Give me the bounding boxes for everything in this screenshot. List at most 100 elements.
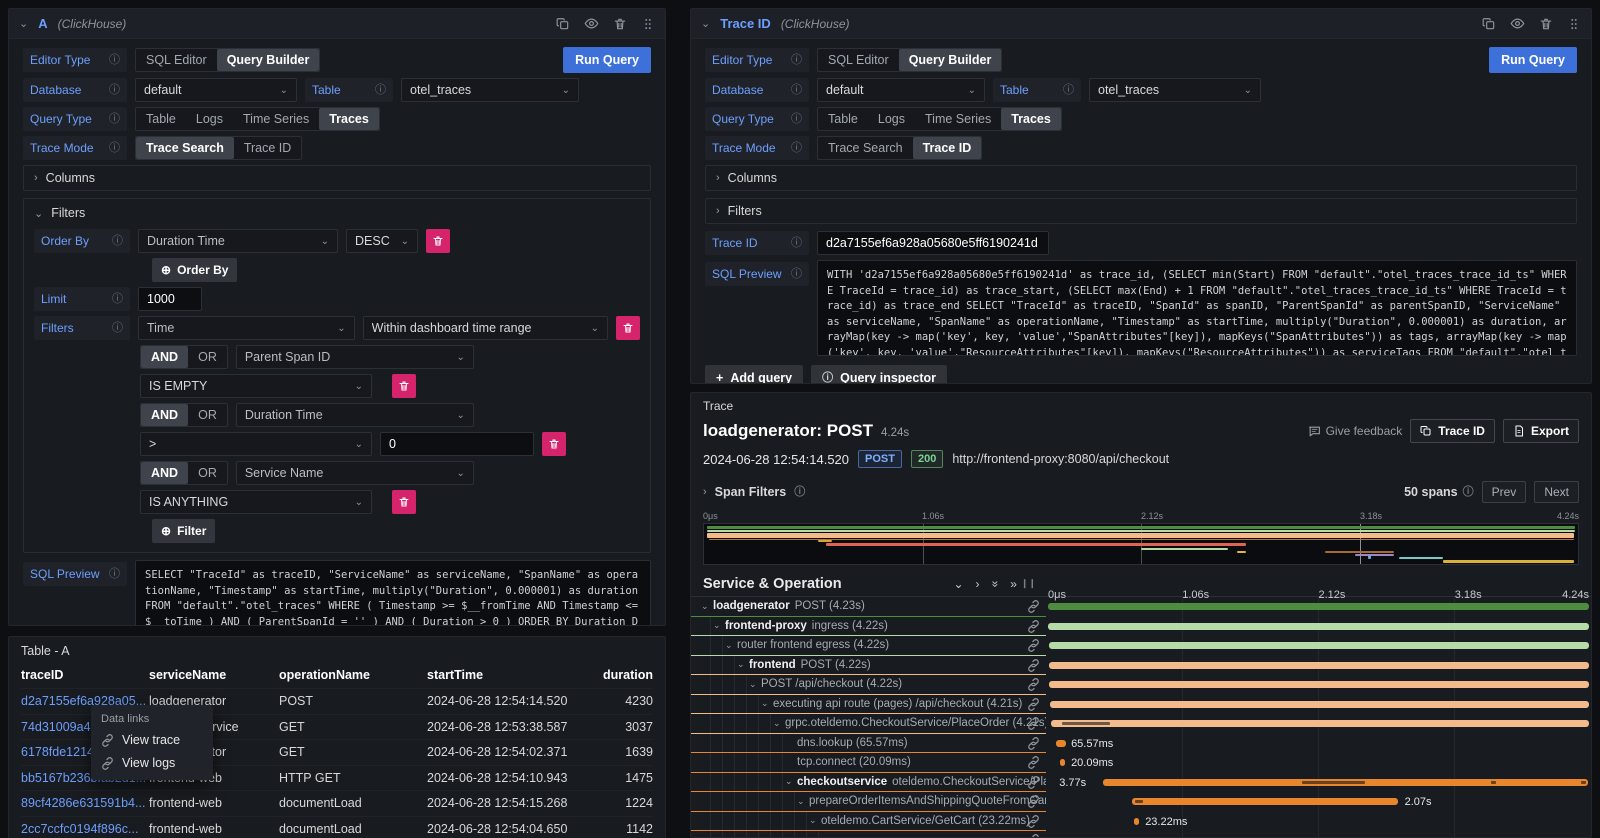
span-link-icon[interactable] bbox=[1027, 834, 1040, 838]
export-button[interactable]: Export bbox=[1503, 419, 1579, 443]
chevron-down-icon[interactable]: ⌄ bbox=[701, 601, 713, 612]
query-type-logs[interactable]: Logs bbox=[868, 108, 915, 130]
filter-time-field-select[interactable]: Time⌄ bbox=[138, 316, 355, 340]
query-type-traces[interactable]: Traces bbox=[1001, 108, 1061, 130]
span-bar-cell[interactable]: 20.09ms bbox=[1046, 753, 1591, 773]
order-by-direction-select[interactable]: DESC⌄ bbox=[346, 229, 418, 253]
remove-filter3-button[interactable] bbox=[392, 490, 416, 514]
order-by-field-select[interactable]: Duration Time⌄ bbox=[138, 229, 338, 253]
span-bar-cell[interactable] bbox=[1046, 831, 1591, 838]
col-servicename[interactable]: serviceName bbox=[149, 668, 279, 682]
give-feedback-link[interactable]: Give feedback bbox=[1308, 424, 1403, 438]
span-link-icon[interactable] bbox=[1027, 815, 1040, 828]
span-link-icon[interactable] bbox=[1027, 659, 1040, 672]
query-type-timeseries[interactable]: Time Series bbox=[233, 108, 319, 130]
filter1-operator-select[interactable]: IS EMPTY⌄ bbox=[140, 374, 372, 398]
span-name-cell[interactable] bbox=[691, 831, 1046, 838]
chevron-down-icon[interactable]: ⌄ bbox=[809, 815, 821, 826]
trace-id-input[interactable]: d2a7155ef6a928a05680e5ff6190241d bbox=[817, 231, 1049, 255]
trace-minimap[interactable] bbox=[703, 523, 1579, 565]
chevron-down-icon[interactable]: ⌄ bbox=[761, 698, 773, 709]
remove-time-filter-button[interactable] bbox=[616, 316, 640, 340]
filter3-operator-select[interactable]: IS ANYTHING⌄ bbox=[140, 490, 372, 514]
query-type-table[interactable]: Table bbox=[818, 108, 868, 130]
span-name-cell[interactable]: ⌄prepareOrderItemsAndShippingQuoteFromCa… bbox=[691, 792, 1046, 812]
database-select[interactable]: default⌄ bbox=[817, 78, 985, 102]
drag-handle-icon[interactable] bbox=[1567, 17, 1581, 31]
span-name-cell[interactable]: ⌄oteldemo.CartService/GetCart (23.22ms) bbox=[691, 812, 1046, 832]
filters-section-header[interactable]: ⌄Filters bbox=[34, 206, 640, 220]
filter3-field-select[interactable]: Service Name⌄ bbox=[236, 461, 474, 485]
expand-one-icon[interactable]: › bbox=[976, 577, 980, 591]
col-duration[interactable]: duration bbox=[599, 668, 653, 682]
prev-button[interactable]: Prev bbox=[1482, 481, 1527, 503]
hide-response-icon[interactable] bbox=[1510, 16, 1525, 31]
filter2-value-input[interactable]: 0 bbox=[380, 432, 534, 456]
duplicate-query-icon[interactable] bbox=[1482, 17, 1496, 31]
add-order-by-button[interactable]: ⊕Order By bbox=[152, 258, 237, 282]
next-button[interactable]: Next bbox=[1534, 481, 1579, 503]
table-select[interactable]: otel_traces⌄ bbox=[401, 78, 579, 102]
query-builder-option[interactable]: Query Builder bbox=[217, 49, 320, 71]
query-type-timeseries[interactable]: Time Series bbox=[915, 108, 1001, 130]
remove-filter2-button[interactable] bbox=[542, 432, 566, 456]
table-select[interactable]: otel_traces⌄ bbox=[1089, 78, 1261, 102]
span-link-icon[interactable] bbox=[1027, 737, 1040, 750]
span-link-icon[interactable] bbox=[1027, 600, 1040, 613]
remove-filter1-button[interactable] bbox=[392, 374, 416, 398]
span-bar-cell[interactable] bbox=[1046, 617, 1591, 637]
span-name-cell[interactable]: ⌄executing api route (pages) /api/checko… bbox=[691, 695, 1046, 715]
span-link-icon[interactable] bbox=[1027, 776, 1040, 789]
query-type-logs[interactable]: Logs bbox=[186, 108, 233, 130]
database-select[interactable]: default⌄ bbox=[135, 78, 297, 102]
columns-section[interactable]: ›Columns bbox=[705, 165, 1577, 191]
filter1-field-select[interactable]: Parent Span ID⌄ bbox=[236, 345, 474, 369]
span-name-cell[interactable]: ⌄frontend-proxyingress (4.22s) bbox=[691, 617, 1046, 637]
span-link-icon[interactable] bbox=[1027, 756, 1040, 769]
and-option[interactable]: AND bbox=[141, 404, 188, 426]
span-bar-cell[interactable] bbox=[1046, 656, 1591, 676]
span-bar-cell[interactable]: 65.57ms bbox=[1046, 734, 1591, 754]
span-link-icon[interactable] bbox=[1027, 620, 1040, 633]
chevron-down-icon[interactable]: ⌄ bbox=[725, 640, 737, 651]
span-filters-toggle[interactable]: ›Span Filtersⓘ bbox=[703, 485, 805, 499]
filter-time-range-select[interactable]: Within dashboard time range⌄ bbox=[363, 316, 608, 340]
sql-editor-option[interactable]: SQL Editor bbox=[136, 49, 217, 71]
col-operationname[interactable]: operationName bbox=[279, 668, 427, 682]
remove-order-by-button[interactable] bbox=[426, 229, 450, 253]
query-builder-option[interactable]: Query Builder bbox=[899, 49, 1002, 71]
trace-mode-id[interactable]: Trace ID bbox=[234, 137, 301, 159]
view-trace-link[interactable]: View trace bbox=[101, 733, 203, 747]
span-bar-cell[interactable]: 2.07s bbox=[1046, 792, 1591, 812]
span-name-cell[interactable]: ⌄checkoutserviceoteldemo.CheckoutService… bbox=[691, 773, 1046, 793]
filter2-field-select[interactable]: Duration Time⌄ bbox=[236, 403, 474, 427]
span-name-cell[interactable]: tcp.connect (20.09ms) bbox=[691, 753, 1046, 773]
and-option[interactable]: AND bbox=[141, 462, 188, 484]
query-type-traces[interactable]: Traces bbox=[319, 108, 379, 130]
span-bar-cell[interactable]: 23.22ms bbox=[1046, 812, 1591, 832]
chevron-down-icon[interactable]: ⌄ bbox=[713, 620, 725, 631]
delete-query-icon[interactable] bbox=[613, 17, 627, 31]
span-name-cell[interactable]: dns.lookup (65.57ms) bbox=[691, 734, 1046, 754]
drag-handle-icon[interactable] bbox=[641, 17, 655, 31]
span-link-icon[interactable] bbox=[1027, 717, 1040, 730]
span-name-cell[interactable]: ⌄grpc.oteldemo.CheckoutService/PlaceOrde… bbox=[691, 714, 1046, 734]
span-link-icon[interactable] bbox=[1027, 678, 1040, 691]
trace-mode-id[interactable]: Trace ID bbox=[913, 137, 982, 159]
chevron-down-icon[interactable]: ⌄ bbox=[785, 776, 797, 787]
span-link-icon[interactable] bbox=[1027, 698, 1040, 711]
collapse-query-icon[interactable]: ⌄ bbox=[19, 17, 28, 30]
add-query-button[interactable]: +Add query bbox=[705, 365, 803, 384]
chevron-down-icon[interactable]: ⌄ bbox=[749, 679, 761, 690]
or-option[interactable]: OR bbox=[188, 462, 227, 484]
span-name-cell[interactable]: ⌄router frontend egress (4.22s) bbox=[691, 636, 1046, 656]
chevron-down-icon[interactable]: ⌄ bbox=[737, 659, 749, 670]
chevron-down-icon[interactable]: ⌄ bbox=[797, 796, 809, 807]
span-bar-cell[interactable] bbox=[1046, 714, 1591, 734]
collapse-query-icon[interactable]: ⌄ bbox=[701, 17, 710, 30]
query-inspector-button[interactable]: ⓘQuery inspector bbox=[811, 365, 947, 384]
limit-input[interactable]: 1000 bbox=[138, 287, 202, 311]
run-query-button[interactable]: Run Query bbox=[563, 47, 651, 73]
collapse-all-icon[interactable]: » bbox=[988, 580, 1002, 587]
hide-response-icon[interactable] bbox=[584, 16, 599, 31]
